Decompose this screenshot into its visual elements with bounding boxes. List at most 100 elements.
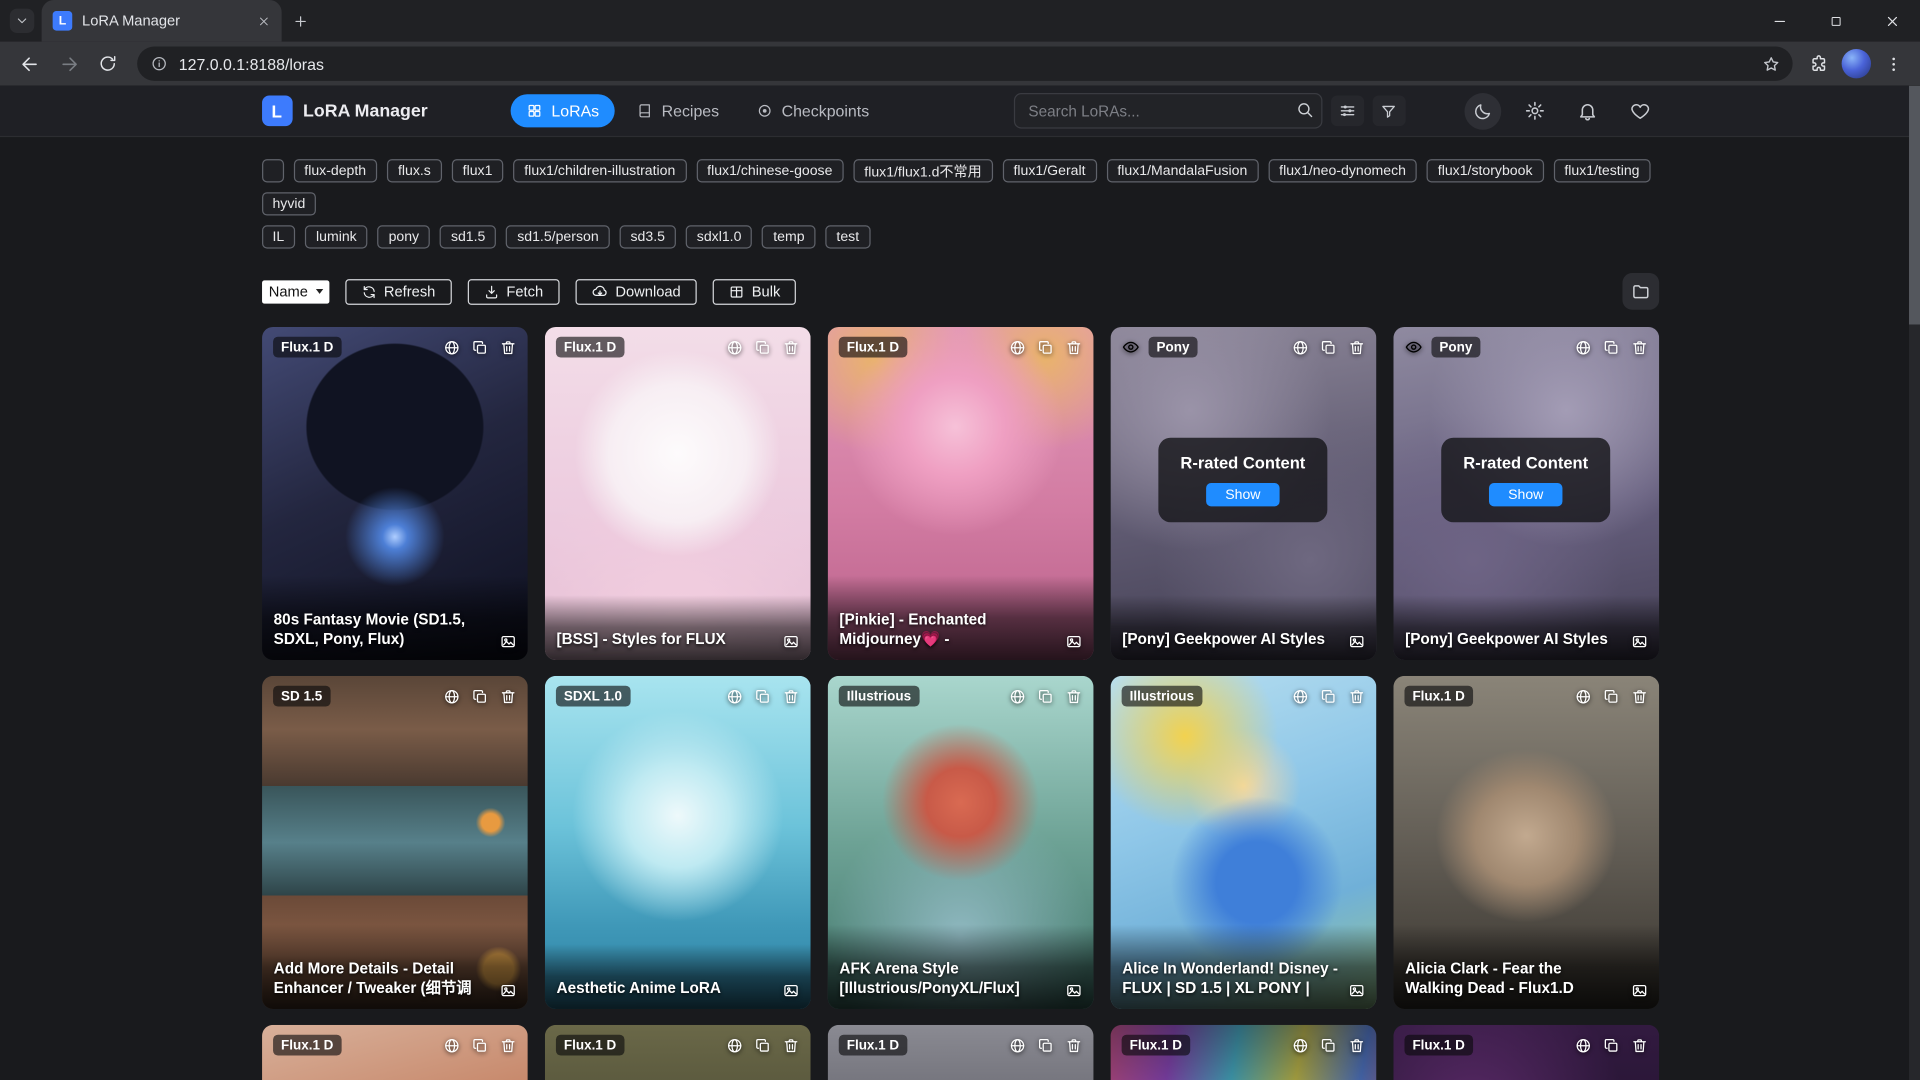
- image-icon[interactable]: [1065, 633, 1082, 650]
- tag-chip[interactable]: sdxl1.0: [686, 225, 753, 248]
- url-text[interactable]: 127.0.0.1:8188/loras: [179, 54, 1746, 72]
- trash-icon[interactable]: [1065, 688, 1082, 705]
- trash-icon[interactable]: [1348, 339, 1365, 356]
- copy-icon[interactable]: [1037, 688, 1054, 705]
- trash-icon[interactable]: [499, 688, 516, 705]
- globe-icon[interactable]: [1008, 688, 1025, 705]
- globe-icon[interactable]: [443, 1037, 460, 1054]
- lora-card[interactable]: Illustrious Alice In Wonderland! Disney …: [1110, 676, 1376, 1009]
- tag-chip[interactable]: flux1/children-illustration: [513, 159, 686, 182]
- theme-toggle-moon-icon[interactable]: [1464, 92, 1501, 129]
- tag-chip[interactable]: flux1/storybook: [1427, 159, 1544, 182]
- search-input[interactable]: [1014, 93, 1323, 129]
- lora-card[interactable]: Flux.1 D: [544, 1025, 810, 1080]
- minimize-button[interactable]: [1751, 0, 1807, 42]
- copy-icon[interactable]: [1319, 1037, 1336, 1054]
- copy-icon[interactable]: [1319, 339, 1336, 356]
- nav-tab-recipes[interactable]: Recipes: [621, 94, 735, 127]
- eye-icon[interactable]: [1404, 338, 1422, 356]
- tag-chip[interactable]: lumink: [305, 225, 368, 248]
- bookmark-star-icon[interactable]: [1757, 54, 1785, 72]
- page-scrollbar[interactable]: [1909, 86, 1920, 1080]
- copy-icon[interactable]: [1037, 1037, 1054, 1054]
- lora-card[interactable]: Pony R-rated Content Show [Pony] Geekpow…: [1110, 327, 1376, 660]
- lora-card[interactable]: Illustrious AFK Arena Style [Illustrious…: [827, 676, 1093, 1009]
- globe-icon[interactable]: [1291, 339, 1308, 356]
- trash-icon[interactable]: [782, 1037, 799, 1054]
- copy-icon[interactable]: [1602, 1037, 1619, 1054]
- copy-icon[interactable]: [471, 339, 488, 356]
- copy-icon[interactable]: [754, 1037, 771, 1054]
- globe-icon[interactable]: [726, 1037, 743, 1054]
- tag-chip[interactable]: sd3.5: [619, 225, 675, 248]
- tag-chip[interactable]: flux1/MandalaFusion: [1106, 159, 1258, 182]
- image-icon[interactable]: [499, 633, 516, 650]
- copy-icon[interactable]: [1602, 688, 1619, 705]
- image-icon[interactable]: [782, 633, 799, 650]
- extensions-icon[interactable]: [1802, 47, 1836, 81]
- tag-chip[interactable]: flux.s: [387, 159, 442, 182]
- new-tab-button[interactable]: [293, 13, 309, 29]
- trash-icon[interactable]: [1065, 339, 1082, 356]
- reload-button[interactable]: [91, 47, 125, 81]
- trash-icon[interactable]: [1630, 339, 1647, 356]
- tag-chip[interactable]: IL: [261, 225, 295, 248]
- copy-icon[interactable]: [754, 688, 771, 705]
- globe-icon[interactable]: [443, 339, 460, 356]
- trash-icon[interactable]: [1348, 688, 1365, 705]
- image-icon[interactable]: [1348, 982, 1365, 999]
- tag-chip[interactable]: flux1/chinese-goose: [696, 159, 843, 182]
- folder-button[interactable]: [1622, 273, 1659, 310]
- image-icon[interactable]: [1065, 982, 1082, 999]
- trash-icon[interactable]: [1065, 1037, 1082, 1054]
- forward-button[interactable]: [51, 47, 85, 81]
- image-icon[interactable]: [782, 982, 799, 999]
- browser-tab[interactable]: L LoRA Manager: [42, 0, 282, 42]
- tag-chip[interactable]: flux-depth: [293, 159, 377, 182]
- globe-icon[interactable]: [1291, 688, 1308, 705]
- tag-chip[interactable]: hyvid: [261, 192, 316, 215]
- notifications-bell-icon[interactable]: [1569, 92, 1606, 129]
- image-icon[interactable]: [1630, 982, 1647, 999]
- back-button[interactable]: [12, 47, 46, 81]
- filter-button[interactable]: [1372, 96, 1405, 127]
- lora-card[interactable]: Flux.1 D [BSS] - Styles for FLUX: [544, 327, 810, 660]
- globe-icon[interactable]: [1574, 1037, 1591, 1054]
- tab-close-icon[interactable]: [257, 14, 270, 27]
- favorites-heart-icon[interactable]: [1622, 92, 1659, 129]
- fetch-button[interactable]: Fetch: [467, 279, 559, 305]
- close-window-button[interactable]: [1864, 0, 1920, 42]
- browser-menu-icon[interactable]: [1876, 47, 1910, 81]
- trash-icon[interactable]: [782, 339, 799, 356]
- lora-card[interactable]: SD 1.5 Add More Details - Detail Enhance…: [261, 676, 527, 1009]
- tab-search-button[interactable]: [10, 9, 34, 33]
- globe-icon[interactable]: [1291, 1037, 1308, 1054]
- tag-chip[interactable]: flux1/neo-dynomech: [1268, 159, 1417, 182]
- profile-avatar[interactable]: [1842, 49, 1871, 78]
- copy-icon[interactable]: [1319, 688, 1336, 705]
- address-bar[interactable]: 127.0.0.1:8188/loras: [137, 47, 1793, 81]
- lora-card[interactable]: Flux.1 D Alicia Clark - Fear the Walking…: [1393, 676, 1659, 1009]
- lora-card[interactable]: Flux.1 D [Pinkie] - Enchanted Midjourney…: [827, 327, 1093, 660]
- globe-icon[interactable]: [1574, 339, 1591, 356]
- tag-chip[interactable]: test: [825, 225, 870, 248]
- search-icon[interactable]: [1295, 100, 1313, 118]
- maximize-button[interactable]: [1807, 0, 1863, 42]
- nav-tab-checkpoints[interactable]: Checkpoints: [741, 94, 885, 127]
- globe-icon[interactable]: [1008, 339, 1025, 356]
- globe-icon[interactable]: [443, 688, 460, 705]
- show-content-button[interactable]: Show: [1206, 483, 1280, 506]
- eye-icon[interactable]: [1121, 338, 1139, 356]
- tag-chip[interactable]: flux1/Geralt: [1002, 159, 1096, 182]
- trash-icon[interactable]: [1630, 688, 1647, 705]
- refresh-button[interactable]: Refresh: [345, 279, 452, 305]
- trash-icon[interactable]: [499, 1037, 516, 1054]
- copy-icon[interactable]: [471, 1037, 488, 1054]
- settings-gear-icon[interactable]: [1517, 92, 1554, 129]
- lora-card[interactable]: Flux.1 D: [261, 1025, 527, 1080]
- tag-chip[interactable]: flux1: [452, 159, 504, 182]
- download-button[interactable]: Download: [575, 279, 697, 305]
- nav-tab-loras[interactable]: LoRAs: [511, 94, 615, 127]
- lora-card[interactable]: Flux.1 D: [1110, 1025, 1376, 1080]
- lora-card[interactable]: Flux.1 D: [1393, 1025, 1659, 1080]
